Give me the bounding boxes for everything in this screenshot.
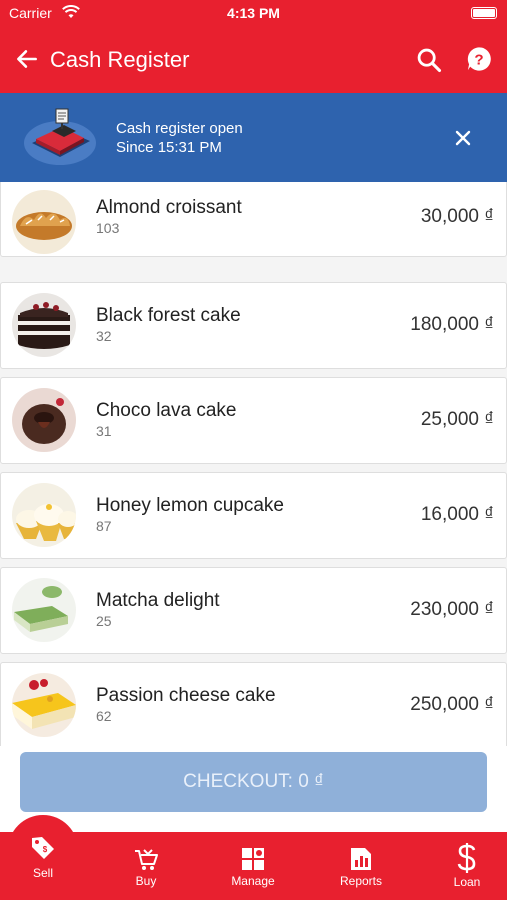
product-thumbnail [12, 578, 76, 642]
status-bar: Carrier 4:13 PM [0, 0, 507, 26]
register-status-banner: Cash register open Since 15:31 PM [0, 93, 507, 182]
product-thumbnail [12, 483, 76, 547]
product-row[interactable]: Choco lava cake 31 25,000 ₫ [0, 377, 507, 464]
svg-text:?: ? [474, 51, 483, 68]
help-icon[interactable]: ? [465, 45, 493, 73]
dollar-icon [457, 843, 476, 873]
product-quantity: 32 [96, 328, 112, 344]
tab-label: Loan [453, 875, 481, 889]
checkout-button[interactable]: CHECKOUT: 0 ₫ [20, 752, 487, 812]
product-price: 250,000 ₫ [410, 694, 494, 715]
tab-buy[interactable]: Buy [116, 832, 176, 900]
checkout-bar: CHECKOUT: 0 ₫ [0, 746, 507, 832]
tab-sell[interactable]: $ Sell [8, 832, 78, 900]
product-thumbnail [12, 293, 76, 357]
chart-icon [351, 848, 371, 870]
grid-icon [242, 848, 264, 870]
product-name: Passion cheese cake [96, 685, 276, 706]
tab-label: Reports [339, 874, 383, 888]
register-open-since: Since 15:31 PM [116, 139, 222, 156]
battery-icon [471, 7, 497, 19]
product-name: Honey lemon cupcake [96, 495, 284, 516]
register-status-text: Cash register open [116, 120, 243, 137]
product-row[interactable]: Matcha delight 25 230,000 ₫ [0, 567, 507, 654]
clock: 4:13 PM [227, 5, 280, 21]
tab-label: Manage [231, 874, 275, 888]
product-name: Matcha delight [96, 590, 220, 611]
product-quantity: 62 [96, 708, 112, 724]
price-tag-icon: $ [32, 837, 54, 859]
product-quantity: 87 [96, 518, 112, 534]
product-quantity: 103 [96, 220, 120, 236]
cart-icon [135, 849, 158, 870]
product-list: Almond croissant 103 30,000 ₫ Black fore… [0, 182, 507, 746]
product-thumbnail [12, 388, 76, 452]
tab-label: Buy [135, 874, 157, 888]
product-thumbnail [12, 190, 76, 254]
page-title: Cash Register [50, 47, 190, 72]
tab-manage[interactable]: Manage [222, 832, 284, 900]
product-price: 30,000 ₫ [420, 206, 494, 227]
product-price: 16,000 ₫ [420, 504, 494, 525]
product-row[interactable]: Almond croissant 103 30,000 ₫ [0, 182, 507, 257]
product-quantity: 31 [96, 423, 112, 439]
product-price: 25,000 ₫ [420, 409, 494, 430]
svg-text:$: $ [43, 845, 48, 854]
product-quantity: 25 [96, 613, 112, 629]
cash-register-illustration [24, 108, 96, 165]
product-row[interactable]: Honey lemon cupcake 87 16,000 ₫ [0, 472, 507, 559]
tab-reports[interactable]: Reports [333, 832, 389, 900]
product-price: 180,000 ₫ [410, 314, 494, 335]
close-icon[interactable] [452, 127, 474, 149]
product-name: Black forest cake [96, 305, 241, 326]
tab-loan[interactable]: Loan [444, 832, 490, 900]
product-name: Choco lava cake [96, 400, 237, 421]
product-thumbnail [12, 673, 76, 737]
tab-label: Sell [32, 866, 53, 880]
bottom-navigation: $ Sell Buy Manage Reports Loan [0, 832, 507, 900]
product-name: Almond croissant [96, 197, 242, 218]
product-row[interactable]: Passion cheese cake 62 250,000 ₫ [0, 662, 507, 746]
search-icon[interactable] [415, 46, 443, 74]
back-arrow-icon[interactable] [14, 46, 40, 72]
product-price: 230,000 ₫ [410, 599, 494, 620]
product-row[interactable]: Black forest cake 32 180,000 ₫ [0, 282, 507, 369]
app-bar: Cash Register ? [0, 26, 507, 93]
